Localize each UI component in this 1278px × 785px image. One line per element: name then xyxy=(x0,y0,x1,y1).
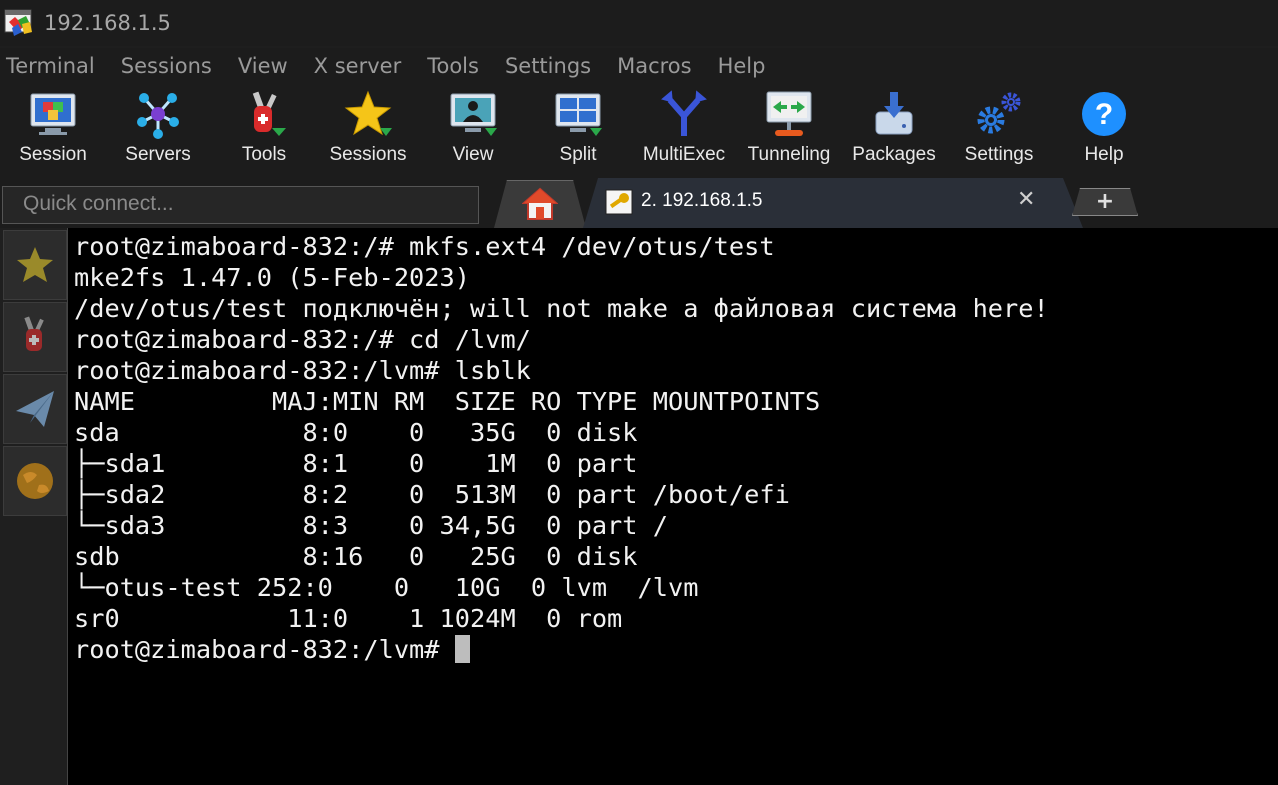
terminal-line: root@zimaboard-832:/# mkfs.ext4 /dev/otu… xyxy=(74,232,775,261)
star-icon xyxy=(342,88,394,140)
terminal-line: /dev/otus/test подключён; will not make … xyxy=(74,294,1049,323)
menu-help[interactable]: Help xyxy=(718,54,766,78)
view-icon xyxy=(447,88,499,140)
quick-connect-input[interactable]: Quick connect... xyxy=(2,186,479,224)
session-icon xyxy=(27,88,79,140)
servers-button[interactable]: Servers xyxy=(108,84,208,174)
multiexec-label: MultiExec xyxy=(642,144,726,165)
terminal-line: sdb 8:16 0 25G 0 disk xyxy=(74,542,638,571)
terminal-line: └─sda3 8:3 0 34,5G 0 part / xyxy=(74,511,668,540)
menu-settings[interactable]: Settings xyxy=(505,54,591,78)
terminal-line: ├─sda2 8:2 0 513M 0 part /boot/efi xyxy=(74,480,790,509)
help-icon: ? xyxy=(1078,88,1130,140)
servers-icon xyxy=(132,88,184,140)
tab-label: 2. 192.168.1.5 xyxy=(641,190,763,211)
menu-terminal[interactable]: Terminal xyxy=(6,54,95,78)
menu-tools[interactable]: Tools xyxy=(427,54,479,78)
help-label: Help xyxy=(1084,144,1124,165)
tunneling-button[interactable]: Tunneling xyxy=(739,84,839,174)
split-label: Split xyxy=(559,144,597,165)
close-tab-icon[interactable]: ✕ xyxy=(1017,187,1035,212)
split-button[interactable]: Split xyxy=(528,84,628,174)
servers-label: Servers xyxy=(125,144,191,165)
terminal-line: ├─sda1 8:1 0 1M 0 part xyxy=(74,449,638,478)
tab-row: Quick connect... 2. 192.168.1.5 ✕ + xyxy=(0,178,1278,228)
tools-button[interactable]: Tools xyxy=(214,84,314,174)
packages-icon xyxy=(868,88,920,140)
title-bar: 192.168.1.5 xyxy=(0,0,1278,46)
terminal-line: sda 8:0 0 35G 0 disk xyxy=(74,418,638,447)
sidebar-globe-button[interactable] xyxy=(3,446,67,516)
terminal-prompt: root@zimaboard-832:/lvm# xyxy=(74,635,440,664)
packages-label: Packages xyxy=(852,144,936,165)
home-tab[interactable] xyxy=(494,180,586,228)
tunneling-icon xyxy=(763,88,815,140)
home-icon xyxy=(521,187,559,225)
menu-bar: Terminal Sessions View X server Tools Se… xyxy=(0,48,1278,84)
terminal-cursor xyxy=(454,635,470,663)
mobaxterm-logo-icon xyxy=(4,8,34,38)
new-tab-button[interactable]: + xyxy=(1072,188,1138,216)
multiexec-icon xyxy=(658,88,710,140)
terminal-line: NAME MAJ:MIN RM SIZE RO TYPE MOUNTPOINTS xyxy=(74,387,821,416)
sidebar-send-button[interactable] xyxy=(3,374,67,444)
key-icon xyxy=(605,189,633,219)
send-icon xyxy=(14,389,56,433)
packages-button[interactable]: Packages xyxy=(844,84,944,174)
menu-macros[interactable]: Macros xyxy=(617,54,692,78)
sessions-label: Sessions xyxy=(329,144,407,165)
svg-text:?: ? xyxy=(1095,98,1113,131)
terminal-line: └─otus-test 252:0 0 10G 0 lvm /lvm xyxy=(74,573,699,602)
tools-label: Tools xyxy=(241,144,287,165)
menu-sessions[interactable]: Sessions xyxy=(121,54,212,78)
multiexec-button[interactable]: MultiExec xyxy=(634,84,734,174)
terminal-line: sr0 11:0 1 1024M 0 rom xyxy=(74,604,623,633)
terminal-line: mke2fs 1.47.0 (5-Feb-2023) xyxy=(74,263,470,292)
terminal-prompt-line: root@zimaboard-832:/lvm# xyxy=(74,634,1278,665)
toolbar: Session Servers Tools Sessions View Spli… xyxy=(0,84,1278,180)
gears-icon xyxy=(973,88,1025,140)
terminal-line: root@zimaboard-832:/# cd /lvm/ xyxy=(74,325,531,354)
settings-label: Settings xyxy=(964,144,1034,165)
view-label: View xyxy=(452,144,494,165)
terminal-output[interactable]: root@zimaboard-832:/# mkfs.ext4 /dev/otu… xyxy=(68,228,1278,785)
menu-x-server[interactable]: X server xyxy=(314,54,402,78)
globe-icon xyxy=(15,461,55,505)
menu-view[interactable]: View xyxy=(238,54,288,78)
tools-icon xyxy=(238,88,290,140)
star-icon xyxy=(15,245,55,289)
tunneling-label: Tunneling xyxy=(747,144,831,165)
terminal-line: root@zimaboard-832:/lvm# lsblk xyxy=(74,356,531,385)
window-title: 192.168.1.5 xyxy=(44,11,171,35)
split-icon xyxy=(552,88,604,140)
sessions-button[interactable]: Sessions xyxy=(318,84,418,174)
tab-session-2[interactable]: 2. 192.168.1.5 ✕ xyxy=(583,178,1083,228)
sidebar xyxy=(0,228,68,785)
session-label: Session xyxy=(19,144,87,165)
view-button[interactable]: View xyxy=(423,84,523,174)
help-button[interactable]: ? Help xyxy=(1054,84,1154,174)
settings-button[interactable]: Settings xyxy=(949,84,1049,174)
sidebar-tools-button[interactable] xyxy=(3,302,67,372)
tools-icon xyxy=(15,315,55,363)
session-button[interactable]: Session xyxy=(3,84,103,174)
sidebar-sessions-button[interactable] xyxy=(3,230,67,300)
